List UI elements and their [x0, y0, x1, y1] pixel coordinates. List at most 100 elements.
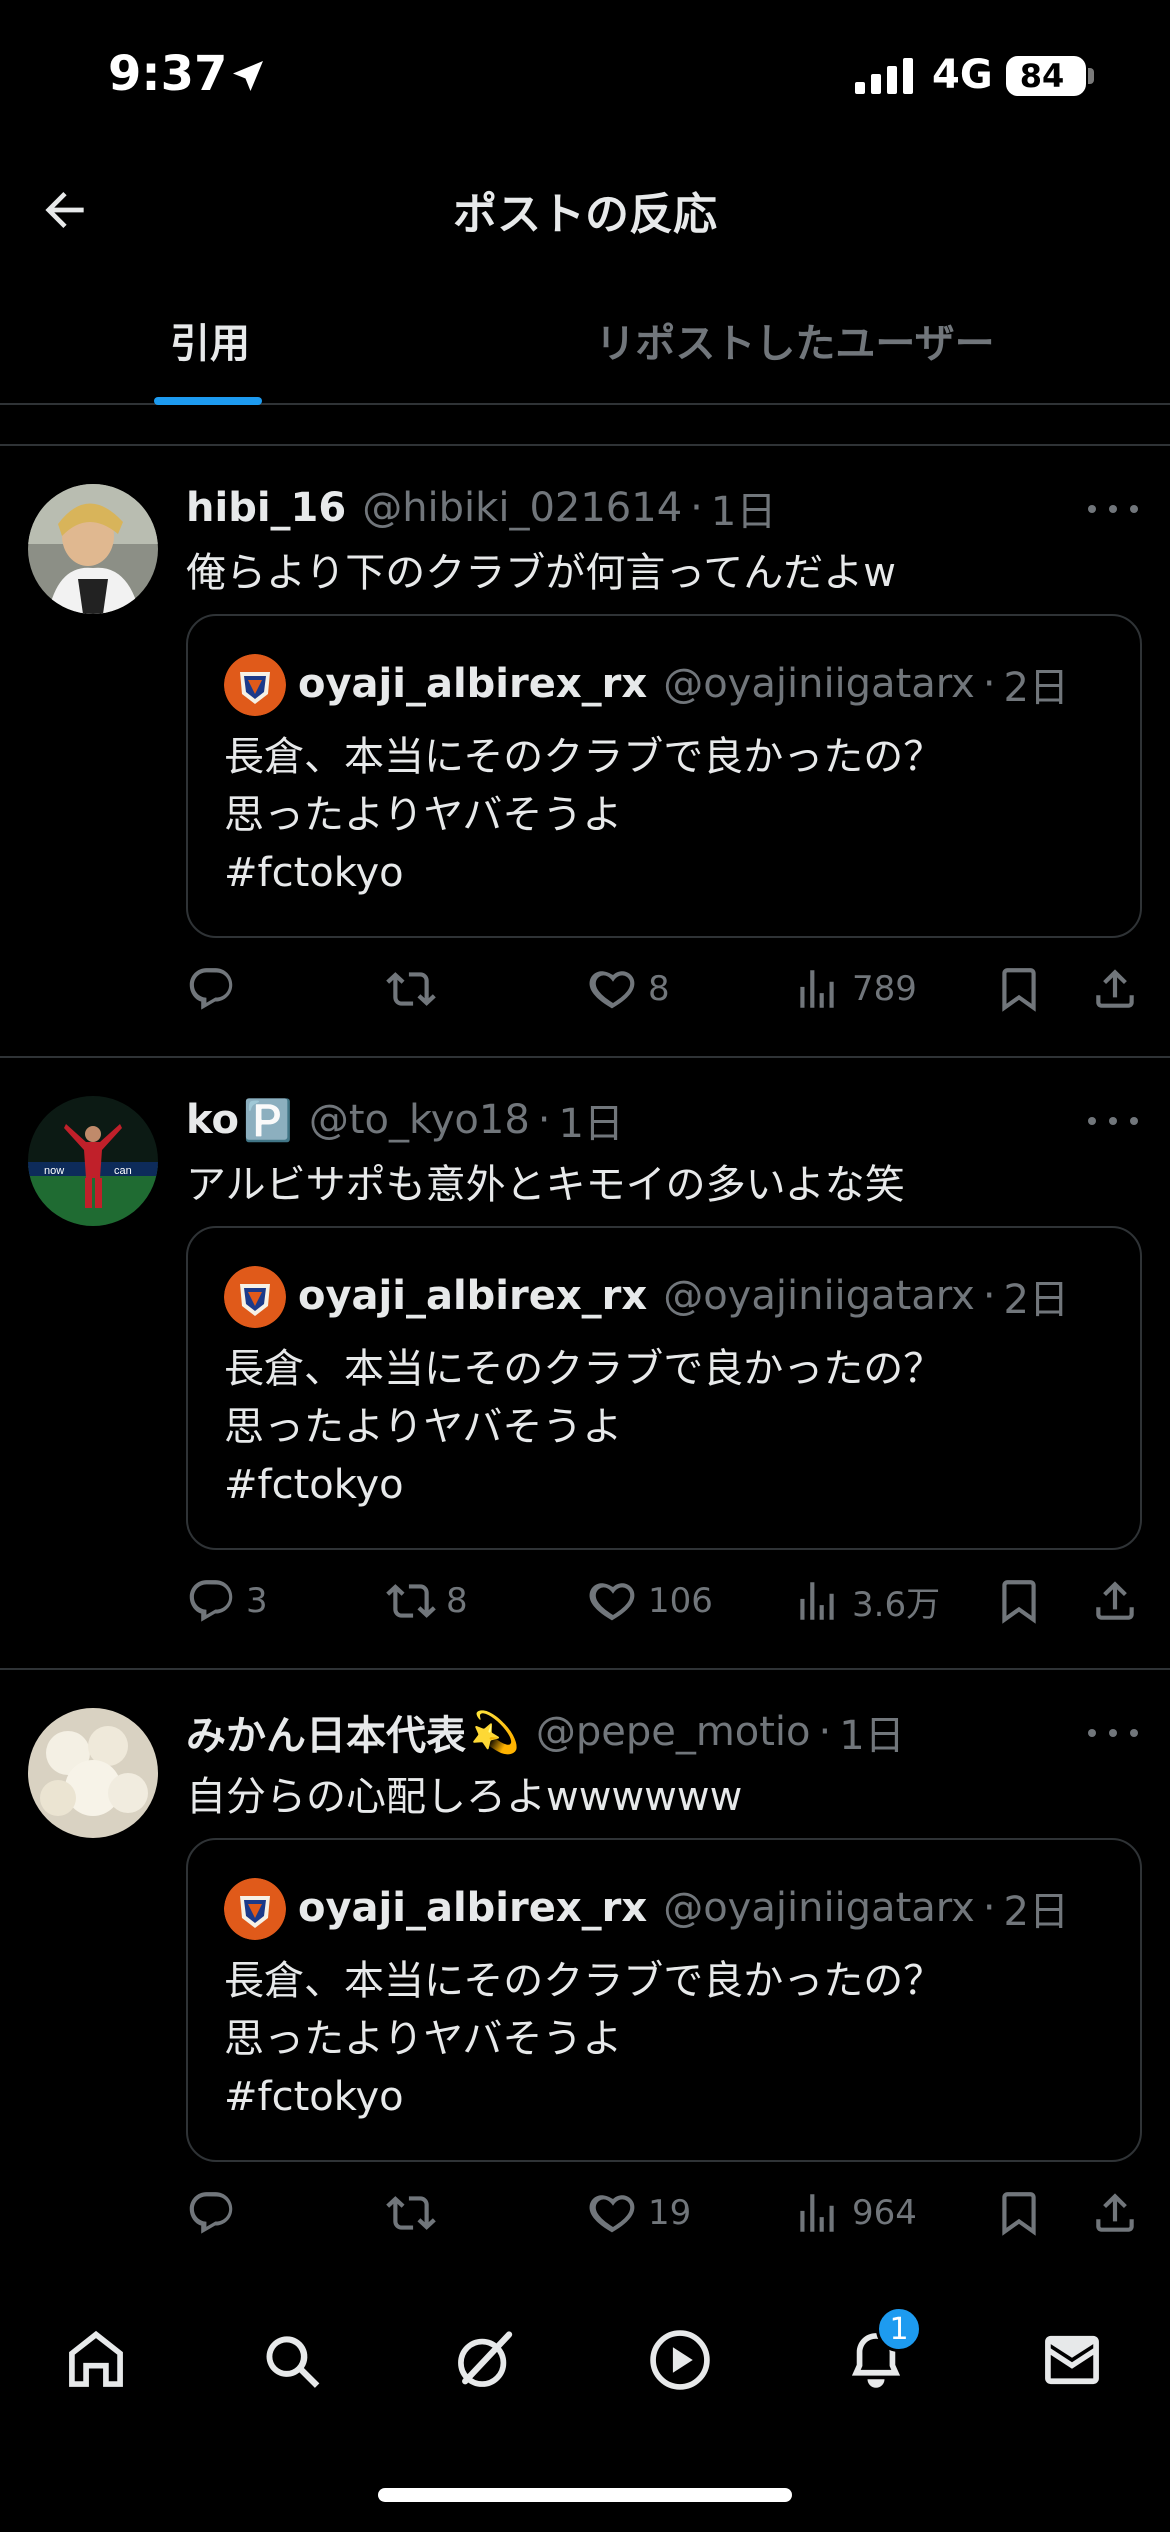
views-chart-icon	[800, 2194, 834, 2232]
status-time: 9:37	[108, 46, 228, 102]
bookmark-button[interactable]	[994, 1566, 1044, 1636]
quoted-post-card[interactable]: oyaji_albirex_rx @oyajiniigatarx · 2日 長倉…	[186, 1226, 1142, 1550]
view-count: 964	[852, 2193, 917, 2233]
quoted-post-card[interactable]: oyaji_albirex_rx @oyajiniigatarx · 2日 長倉…	[186, 614, 1142, 938]
tab-home[interactable]	[56, 2320, 136, 2400]
views-button[interactable]: 964	[792, 2178, 917, 2248]
share-button[interactable]	[1090, 2178, 1140, 2248]
views-button[interactable]: 789	[792, 954, 917, 1024]
repost-button[interactable]: 8	[386, 1566, 468, 1636]
home-indicator[interactable]	[378, 2488, 792, 2502]
share-button[interactable]	[1090, 1566, 1140, 1636]
quoted-line: 思ったよりヤバそうよ	[224, 792, 623, 838]
bookmark-icon	[1002, 968, 1036, 1012]
bookmark-button[interactable]	[994, 2178, 1044, 2248]
post-text: 俺らより下のクラブが何言ってんだよw	[186, 550, 896, 596]
display-name[interactable]: ko	[186, 1097, 239, 1143]
avatar[interactable]: now can	[28, 1096, 158, 1226]
separator-dot: ·	[818, 1709, 832, 1755]
repost-icon	[386, 972, 436, 1006]
post-3[interactable]: みかん日本代表 💫 @pepe_motio · 1日 自分らの心配しろよwwww…	[0, 1670, 1170, 2280]
grok-icon	[458, 2331, 513, 2387]
like-count: 106	[648, 1581, 713, 1621]
more-dot	[1109, 505, 1117, 513]
like-button[interactable]: 19	[588, 2178, 691, 2248]
quoted-display-name: oyaji_albirex_rx	[298, 661, 648, 707]
more-options-button[interactable]	[1088, 1106, 1138, 1136]
avatar[interactable]	[28, 484, 158, 614]
post-2[interactable]: now can ko 🅿️ @to_kyo18 · 1日 アルビサポも意外とキモ…	[0, 1058, 1170, 1668]
quoted-avatar	[224, 654, 286, 716]
share-icon	[1096, 969, 1134, 1008]
share-button[interactable]	[1090, 954, 1140, 1024]
bookmark-button[interactable]	[994, 954, 1044, 1024]
separator-dot: ·	[537, 1097, 551, 1143]
views-chart-icon	[800, 970, 834, 1008]
tab-messages[interactable]	[1032, 2320, 1112, 2400]
post-actions: 8 789	[186, 954, 1146, 1024]
user-handle[interactable]: @pepe_motio	[536, 1709, 811, 1755]
more-dot	[1088, 1729, 1096, 1737]
network-type: 4G	[932, 52, 993, 98]
separator-dot: ·	[982, 1885, 996, 1931]
bookmark-icon	[1002, 2192, 1036, 2236]
bookmark-icon	[1002, 1580, 1036, 1624]
quoted-line: 長倉、本当にそのクラブで良かったの？	[224, 734, 944, 780]
quoted-handle: @oyajiniigatarx	[663, 661, 975, 707]
reply-button[interactable]: 3	[186, 1566, 268, 1636]
tab-reposts[interactable]: リポストしたユーザー	[420, 275, 1170, 405]
home-icon	[69, 2330, 123, 2387]
more-options-button[interactable]	[1088, 1718, 1138, 1748]
heart-icon	[589, 971, 635, 1009]
repost-count: 8	[446, 1581, 468, 1621]
tab-video[interactable]	[640, 2320, 720, 2400]
reply-button[interactable]	[186, 954, 246, 1024]
post-time: 1日	[839, 1713, 905, 1759]
repost-button[interactable]	[386, 954, 446, 1024]
like-button[interactable]: 8	[588, 954, 670, 1024]
tab-notifications[interactable]: 1	[836, 2306, 922, 2400]
repost-icon	[386, 1584, 436, 1618]
tab-grok[interactable]	[445, 2320, 525, 2400]
separator-dot: ·	[690, 485, 703, 531]
separator-dot: ·	[982, 661, 996, 707]
post-1[interactable]: hibi_16 @hibiki_021614 · 1日 俺らより下のクラブが何言…	[0, 446, 1170, 1056]
quoted-line: 長倉、本当にそのクラブで良かったの？	[224, 1958, 944, 2004]
quoted-header: oyaji_albirex_rx @oyajiniigatarx · 2日	[298, 652, 1069, 716]
active-tab-indicator	[154, 397, 262, 405]
more-options-button[interactable]	[1088, 494, 1138, 524]
post-header: hibi_16 @hibiki_021614 · 1日	[186, 478, 776, 538]
quoted-avatar	[224, 1266, 286, 1328]
repost-button[interactable]	[386, 2178, 446, 2248]
avatar[interactable]	[28, 1708, 158, 1838]
heart-icon	[589, 1583, 635, 1621]
battery-level: 84	[1019, 57, 1065, 95]
quoted-post-card[interactable]: oyaji_albirex_rx @oyajiniigatarx · 2日 長倉…	[186, 1838, 1142, 2162]
display-name[interactable]: hibi_16	[186, 485, 346, 531]
reply-icon	[189, 2192, 233, 2234]
name-emoji-badge: 💫	[470, 1709, 520, 1756]
like-button[interactable]: 106	[588, 1566, 713, 1636]
quoted-time: 2日	[1003, 1889, 1069, 1935]
quoted-handle: @oyajiniigatarx	[663, 1885, 975, 1931]
location-arrow-icon	[233, 61, 263, 91]
quoted-avatar	[224, 1878, 286, 1940]
user-handle[interactable]: @hibiki_021614	[362, 485, 682, 531]
quoted-line: #fctokyo	[224, 1462, 404, 1508]
cellular-signal-icon	[855, 58, 913, 94]
more-dot	[1088, 1117, 1096, 1125]
post-text: 自分らの心配しろよwwwwww	[186, 1774, 743, 1820]
quoted-text: 長倉、本当にそのクラブで良かったの？ 思ったよりヤバそうよ #fctokyo	[224, 1340, 943, 1514]
share-icon	[1096, 1581, 1134, 1620]
reply-button[interactable]	[186, 2178, 246, 2248]
tab-quotes[interactable]: 引用	[0, 275, 420, 405]
display-name[interactable]: みかん日本代表	[186, 1703, 466, 1761]
post-actions: 3 8 106 3.6万	[186, 1566, 1146, 1636]
like-count: 19	[648, 2193, 692, 2233]
views-button[interactable]: 3.6万	[792, 1566, 940, 1636]
quoted-text: 長倉、本当にそのクラブで良かったの？ 思ったよりヤバそうよ #fctokyo	[224, 1952, 943, 2126]
quoted-time: 2日	[1003, 1277, 1069, 1323]
status-bar: 9:37 4G 84	[0, 0, 1170, 150]
user-handle[interactable]: @to_kyo18	[309, 1097, 530, 1143]
tab-search[interactable]	[250, 2320, 330, 2400]
